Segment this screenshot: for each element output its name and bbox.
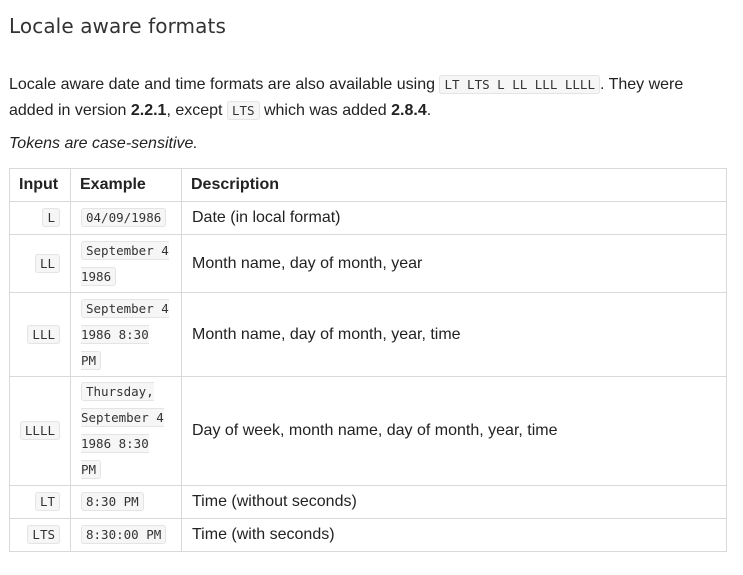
case-sensitive-note: Tokens are case-sensitive. xyxy=(9,135,198,152)
table-row: LL September 4 1986 Month name, day of m… xyxy=(9,234,727,293)
header-description: Description xyxy=(181,168,727,202)
section-title: Locale aware formats xyxy=(9,14,226,38)
example-cell: 8:30:00 PM xyxy=(70,518,182,552)
input-token: LL xyxy=(34,253,60,273)
description-cell: Date (in local format) xyxy=(181,201,727,235)
example-value: 04/09/1986 xyxy=(81,208,167,227)
intro-text-end: . xyxy=(426,102,432,119)
example-cell: September 4 1986 8:30 PM xyxy=(70,292,182,377)
table-row: LTS 8:30:00 PM Time (with seconds) xyxy=(9,518,727,552)
example-cell: Thursday, September 4 1986 8:30 PM xyxy=(70,376,182,486)
input-token: LT xyxy=(34,492,60,511)
input-token: LLL xyxy=(27,324,60,344)
example-value: September 4 1986 xyxy=(81,240,169,286)
example-value: 8:30 PM xyxy=(81,492,144,511)
tokens-code: LT LTS L LL LLL LLLL xyxy=(439,75,600,94)
description-cell: Time (with seconds) xyxy=(181,518,727,552)
description-cell: Month name, day of month, year, time xyxy=(181,292,727,377)
version-lts: 2.8.4 xyxy=(391,102,427,119)
version-main: 2.2.1 xyxy=(130,102,167,119)
table-row: L 04/09/1986 Date (in local format) xyxy=(9,201,727,235)
example-cell: 8:30 PM xyxy=(70,485,182,519)
input-cell: LT xyxy=(9,485,71,519)
table-row: LLL September 4 1986 8:30 PM Month name,… xyxy=(9,292,727,377)
example-value: September 4 1986 8:30 PM xyxy=(81,298,169,370)
header-input: Input xyxy=(9,168,71,202)
input-cell: L xyxy=(9,201,71,235)
input-token: L xyxy=(42,208,60,227)
input-cell: LLL xyxy=(9,292,71,377)
example-value: Thursday, September 4 1986 8:30 PM xyxy=(81,382,164,479)
table-header-row: Input Example Description xyxy=(9,168,727,202)
description-cell: Day of week, month name, day of month, y… xyxy=(181,376,727,486)
table-row: LT 8:30 PM Time (without seconds) xyxy=(9,485,727,519)
intro-paragraph: Locale aware date and time formats are a… xyxy=(9,72,721,124)
input-cell: LTS xyxy=(9,518,71,552)
header-example: Example xyxy=(70,168,182,202)
table-row: LLLL Thursday, September 4 1986 8:30 PM … xyxy=(9,376,727,486)
example-cell: September 4 1986 xyxy=(70,234,182,293)
input-token: LTS xyxy=(27,525,60,544)
lts-code: LTS xyxy=(226,101,260,120)
intro-text-which: which was added xyxy=(259,102,392,119)
input-token: LLLL xyxy=(19,421,60,440)
locale-formats-table: Input Example Description L 04/09/1986 D… xyxy=(9,168,727,552)
description-cell: Time (without seconds) xyxy=(181,485,727,519)
input-cell: LL xyxy=(9,234,71,293)
intro-text-except: , except xyxy=(166,102,227,119)
example-value: 8:30:00 PM xyxy=(81,525,167,544)
description-cell: Month name, day of month, year xyxy=(181,234,727,293)
intro-text-before: Locale aware date and time formats are a… xyxy=(9,76,440,93)
example-cell: 04/09/1986 xyxy=(70,201,182,235)
input-cell: LLLL xyxy=(9,376,71,486)
